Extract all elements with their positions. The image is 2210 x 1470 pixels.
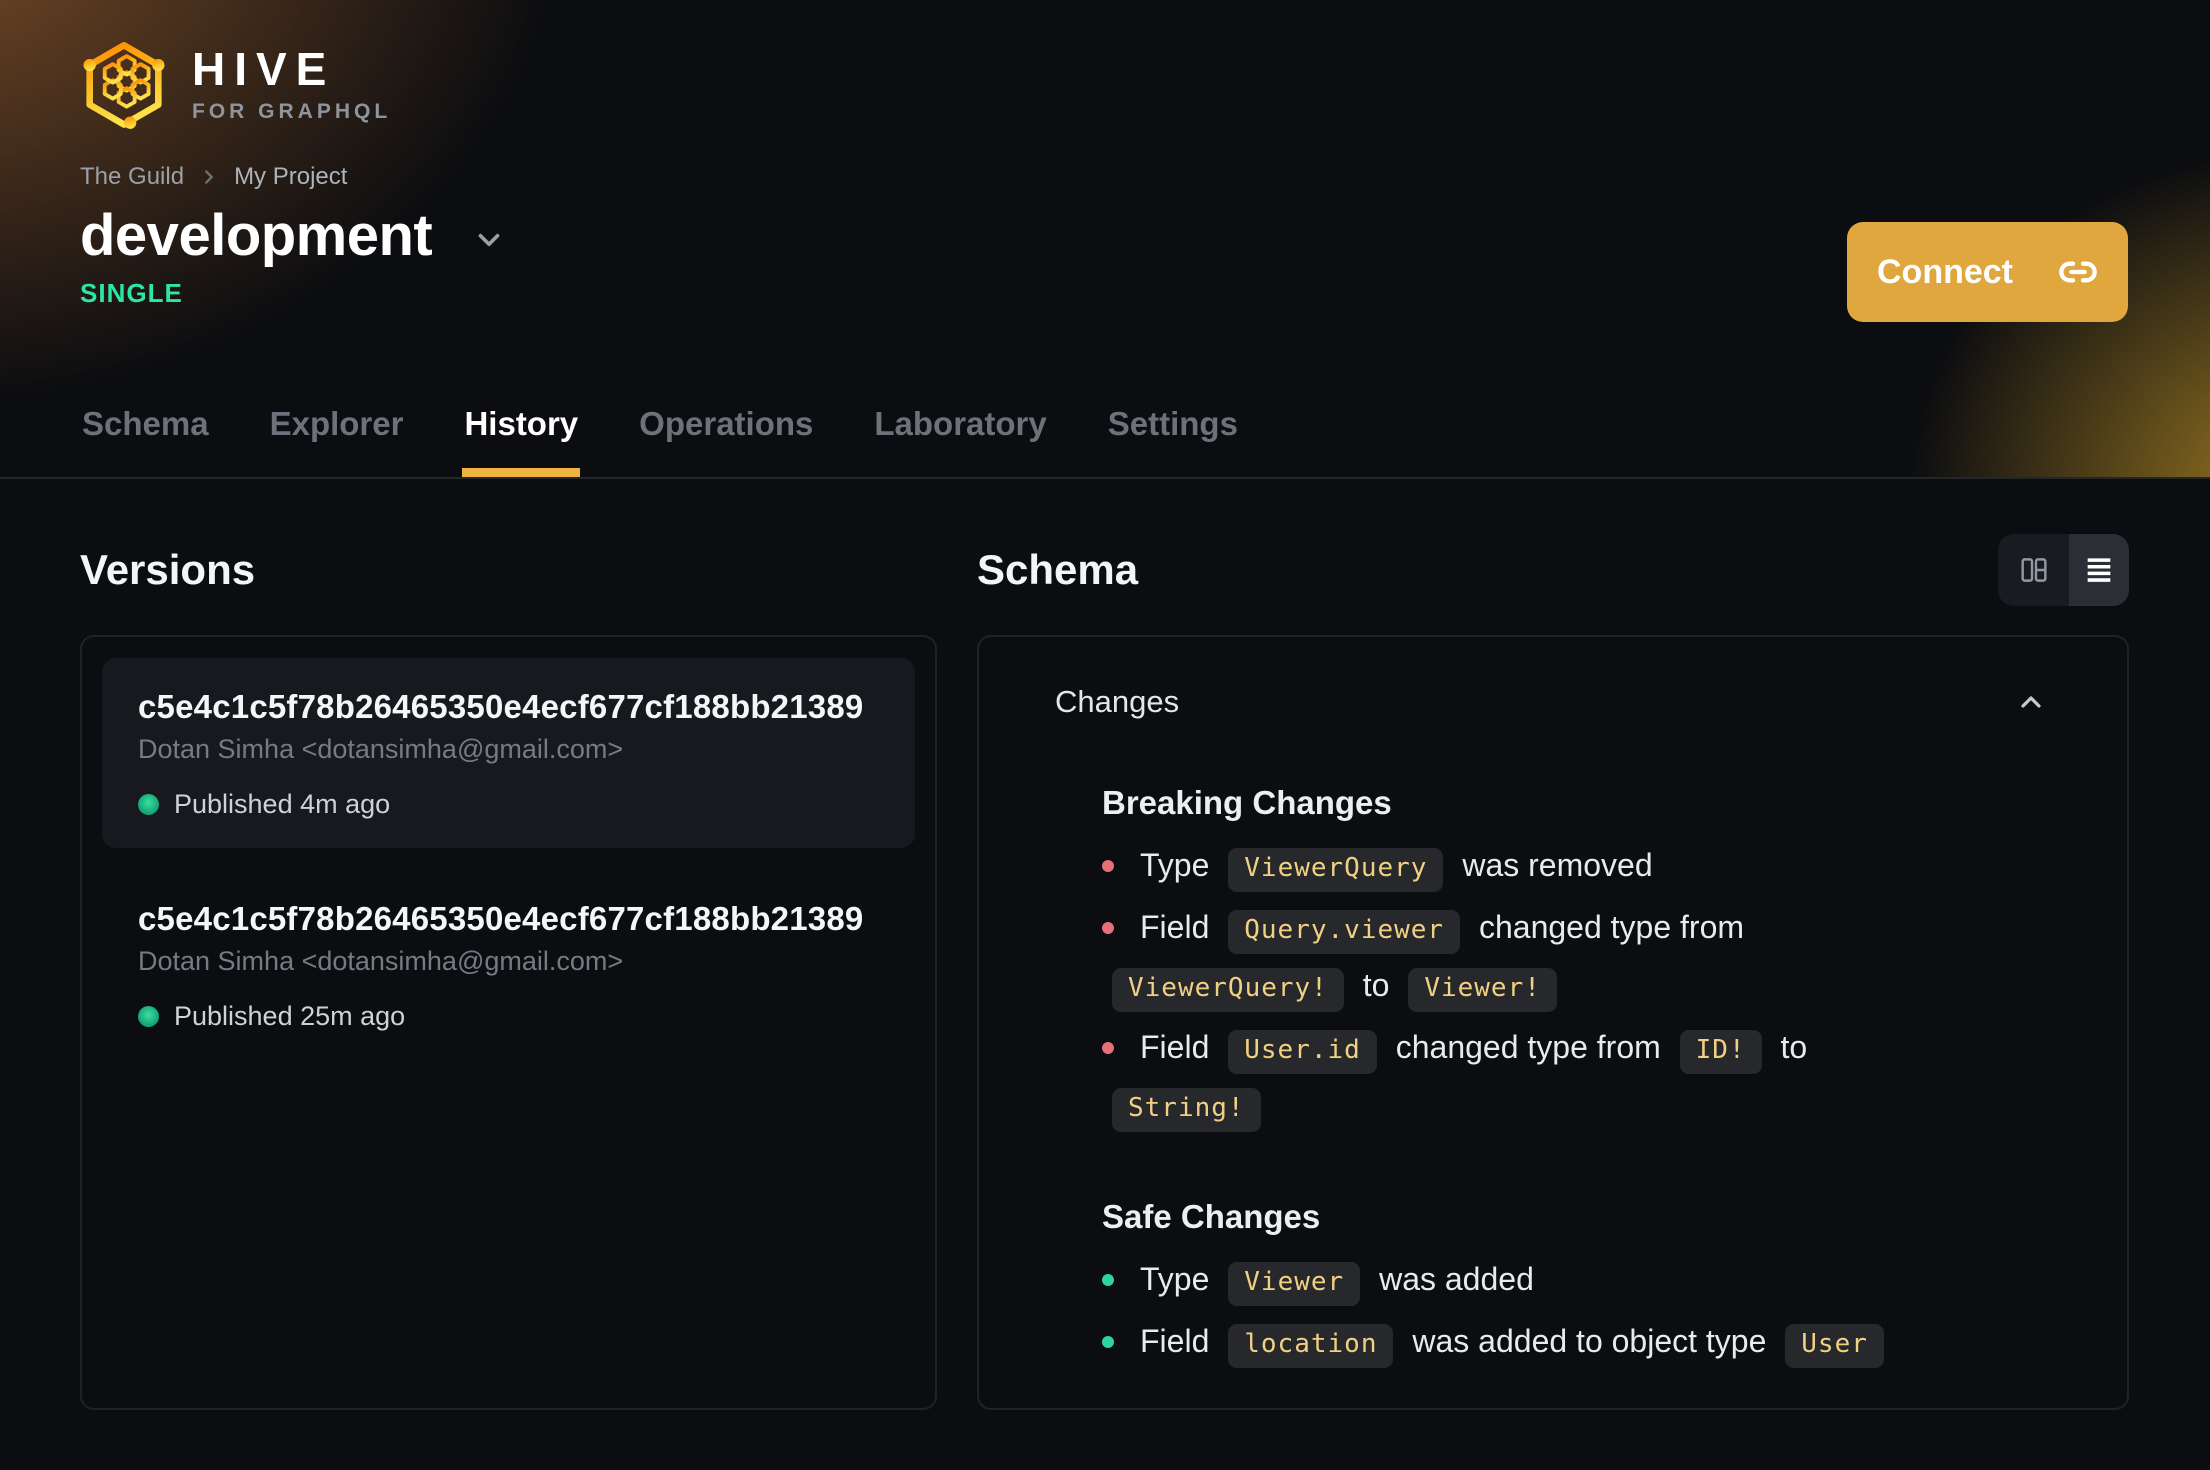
- change-item: Field User.id changed type from ID! to S…: [1102, 1018, 1982, 1134]
- breadcrumb: The Guild My Project: [80, 163, 347, 191]
- safe-bullet-icon: [1102, 1335, 1114, 1348]
- change-text: to: [1362, 967, 1390, 1003]
- change-item: Field Query.viewer changed type from Vie…: [1102, 898, 1982, 1014]
- version-status-text: Published 25m ago: [174, 1001, 406, 1031]
- change-text: changed type from: [1395, 1029, 1661, 1065]
- schema-column: Schema Changes Breaking Changes Type Vie…: [977, 534, 2129, 1410]
- hive-hexagon-logo-icon: [83, 41, 165, 129]
- schema-member-chip: User: [1785, 1324, 1884, 1368]
- columns-icon: [2020, 558, 2047, 582]
- list-view-button[interactable]: [2069, 534, 2129, 606]
- versions-list: c5e4c1c5f78b26465350e4ecf677cf188bb21389…: [80, 635, 937, 1410]
- schema-member-chip: location: [1228, 1324, 1394, 1368]
- breaking-change-list: Type ViewerQuery was removed Field Query…: [1102, 836, 1982, 1134]
- schema-member-chip: ID!: [1679, 1030, 1762, 1074]
- target-selector-chevron-down-icon[interactable]: [472, 223, 506, 257]
- change-text: changed type from: [1478, 909, 1745, 945]
- change-section-title: Safe Changes: [1102, 1198, 1321, 1235]
- tab-settings[interactable]: Settings: [1106, 405, 1240, 477]
- chevron-up-icon: [2021, 696, 2041, 708]
- view-toggle: [1998, 534, 2129, 606]
- change-item: Type Viewer was added: [1102, 1250, 1982, 1308]
- schema-member-chip: Query.viewer: [1228, 910, 1461, 954]
- target-type-badge: SINGLE: [80, 278, 183, 308]
- split-view-button[interactable]: [1998, 534, 2069, 606]
- change-text: Field: [1140, 909, 1210, 945]
- change-text: Type: [1140, 847, 1210, 883]
- version-status-text: Published 4m ago: [174, 789, 391, 819]
- chevron-right-icon: [205, 170, 214, 184]
- list-lines-icon: [2087, 558, 2111, 582]
- change-text: was added: [1379, 1261, 1534, 1297]
- version-card[interactable]: c5e4c1c5f78b26465350e4ecf677cf188bb21389…: [102, 870, 915, 1060]
- change-text: Field: [1140, 1323, 1210, 1359]
- change-section-title: Breaking Changes: [1102, 784, 1392, 821]
- version-hash: c5e4c1c5f78b26465350e4ecf677cf188bb21389: [138, 688, 864, 725]
- tab-explorer[interactable]: Explorer: [268, 405, 406, 477]
- change-text: Type: [1140, 1261, 1210, 1297]
- main-content: Versions c5e4c1c5f78b26465350e4ecf677cf1…: [0, 479, 2210, 1410]
- version-author: Dotan Simha <dotansimha@gmail.com>: [138, 946, 624, 976]
- version-status: Published 4m ago: [138, 789, 879, 820]
- changes-title: Changes: [1055, 684, 1180, 719]
- schema-member-chip: ViewerQuery: [1228, 848, 1444, 892]
- schema-title: Schema: [977, 546, 1139, 593]
- change-text: to: [1780, 1029, 1808, 1065]
- schema-member-chip: ViewerQuery!: [1112, 968, 1344, 1012]
- target-title-row: development: [80, 204, 506, 268]
- changes-panel: Changes Breaking Changes Type ViewerQuery…: [977, 635, 2129, 1410]
- tab-operations[interactable]: Operations: [637, 405, 815, 477]
- change-item: Type ViewerQuery was removed: [1102, 836, 1982, 894]
- connect-button[interactable]: Connect: [1847, 222, 2128, 322]
- schema-member-chip: Viewer!: [1408, 968, 1557, 1012]
- change-text: Field: [1140, 1029, 1210, 1065]
- changes-body: Breaking Changes Type ViewerQuery was rem…: [979, 784, 2127, 1370]
- breadcrumb-project-link[interactable]: My Project: [234, 163, 347, 191]
- breadcrumb-org-link[interactable]: The Guild: [80, 163, 184, 191]
- tab-bar: Schema Explorer History Operations Laborator…: [80, 405, 1240, 477]
- published-status-dot-icon: [138, 794, 159, 815]
- breaking-bullet-icon: [1102, 1041, 1114, 1054]
- version-author: Dotan Simha <dotansimha@gmail.com>: [138, 734, 624, 764]
- safe-bullet-icon: [1102, 1273, 1114, 1286]
- version-hash: c5e4c1c5f78b26465350e4ecf677cf188bb21389: [138, 900, 864, 937]
- brand-tagline: FOR GRAPHQL: [192, 100, 392, 123]
- breaking-bullet-icon: [1102, 921, 1114, 934]
- schema-member-chip: Viewer: [1228, 1262, 1361, 1306]
- change-text: was removed: [1462, 847, 1653, 883]
- link-icon: [2059, 261, 2097, 283]
- tab-schema[interactable]: Schema: [80, 405, 211, 477]
- header: HIVE FOR GRAPHQL The Guild My Project de…: [0, 0, 2210, 479]
- change-text: was added to object type: [1412, 1323, 1767, 1359]
- versions-title: Versions: [80, 546, 256, 593]
- version-card[interactable]: c5e4c1c5f78b26465350e4ecf677cf188bb21389…: [102, 658, 915, 848]
- tab-history[interactable]: History: [462, 405, 580, 477]
- versions-column: Versions c5e4c1c5f78b26465350e4ecf677cf1…: [80, 534, 937, 1410]
- safe-change-list: Type Viewer was added Field location was…: [1102, 1250, 1982, 1370]
- brand-name: HIVE: [192, 43, 336, 95]
- page-title: development: [80, 203, 433, 268]
- schema-member-chip: User.id: [1228, 1030, 1377, 1074]
- connect-button-label: Connect: [1877, 252, 2013, 291]
- change-item: Field location was added to object type …: [1102, 1312, 1982, 1370]
- breaking-bullet-icon: [1102, 859, 1114, 872]
- published-status-dot-icon: [138, 1006, 159, 1027]
- hive-logo[interactable]: HIVE FOR GRAPHQL: [80, 38, 391, 130]
- tab-laboratory[interactable]: Laboratory: [872, 405, 1048, 477]
- schema-member-chip: String!: [1112, 1088, 1261, 1132]
- version-status: Published 25m ago: [138, 1001, 879, 1032]
- changes-collapse-header[interactable]: Changes: [979, 637, 2127, 720]
